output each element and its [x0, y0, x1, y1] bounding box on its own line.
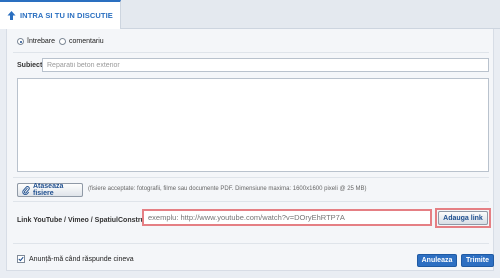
paperclip-icon: [22, 185, 30, 195]
attach-hint: (fisiere acceptate: fotografii, filme sa…: [88, 186, 367, 192]
tab-bar: INTRA SI TU IN DISCUTIE: [0, 0, 500, 29]
subject-label: Subiect:: [17, 62, 45, 69]
comment-label: comentariu: [69, 38, 104, 45]
message-textarea[interactable]: [17, 78, 489, 172]
attach-files-button[interactable]: Ataseaza fisiere: [17, 183, 83, 197]
notify-option[interactable]: Anunță-mă când răspunde cineva: [17, 255, 134, 263]
question-label: întrebare: [27, 38, 56, 45]
question-radio[interactable]: [17, 38, 24, 45]
attach-files-label: Ataseaza fisiere: [33, 183, 64, 197]
submit-button[interactable]: Trimite: [461, 254, 494, 267]
link-label: Link YouTube / Vimeo / SpatiulConstruit: [17, 217, 150, 224]
tab-label: INTRA SI TU IN DISCUTIE: [20, 11, 113, 20]
subject-input[interactable]: [42, 58, 489, 72]
discussion-form: întrebare comentariu Subiect: Ataseaza f…: [6, 29, 494, 271]
add-link-button[interactable]: Adauga link: [438, 211, 488, 225]
notify-checkbox[interactable]: [17, 255, 25, 263]
link-input[interactable]: [142, 209, 432, 226]
divider: [13, 52, 489, 53]
post-type-group: întrebare comentariu: [17, 38, 108, 45]
tab-join-discussion[interactable]: INTRA SI TU IN DISCUTIE: [0, 0, 121, 29]
notify-label: Anunță-mă când răspunde cineva: [29, 255, 134, 263]
comment-radio[interactable]: [59, 38, 67, 45]
add-link-highlight: Adauga link: [435, 208, 491, 228]
arrow-up-icon: [6, 10, 17, 21]
cancel-button[interactable]: Anuleaza: [417, 254, 457, 267]
post-type-question[interactable]: întrebare: [17, 38, 55, 45]
post-type-comment[interactable]: comentariu: [59, 38, 104, 45]
divider: [13, 177, 489, 178]
divider: [13, 243, 489, 244]
divider: [13, 201, 489, 202]
